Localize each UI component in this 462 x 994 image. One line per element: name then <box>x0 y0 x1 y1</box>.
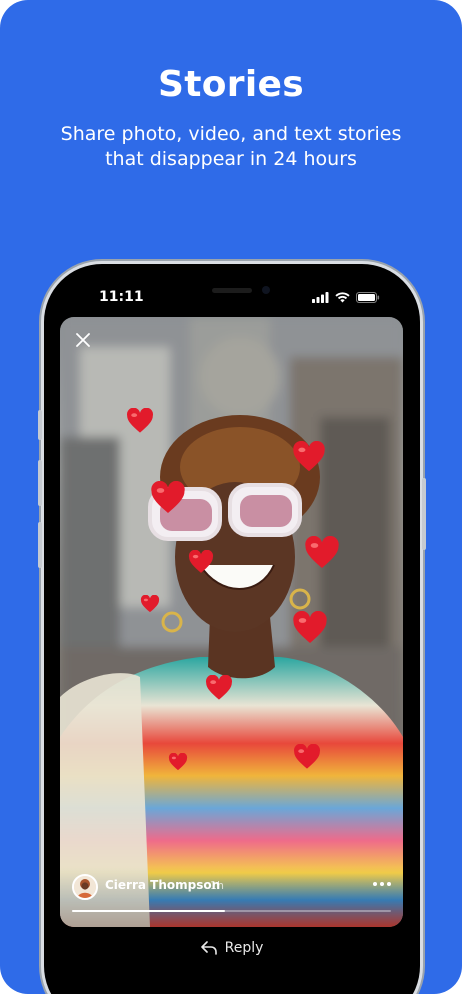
volume-down-button <box>38 522 42 568</box>
close-button[interactable] <box>72 329 94 351</box>
subtitle: Share photo, video, and text stories tha… <box>40 122 422 172</box>
story-author[interactable]: Cierra Thompson <box>105 878 220 892</box>
headline: Stories <box>158 64 304 105</box>
mute-switch <box>38 410 42 440</box>
speaker-grille <box>212 288 252 293</box>
heart-icon <box>168 753 188 771</box>
close-icon <box>76 333 90 347</box>
story-progress <box>72 910 391 912</box>
heart-icon <box>188 550 214 573</box>
wifi-icon <box>335 292 350 303</box>
volume-up-button <box>38 460 42 506</box>
heart-icon <box>305 536 339 568</box>
more-icon-dot <box>387 882 391 886</box>
reply-icon <box>200 941 217 955</box>
heart-icon <box>140 595 160 613</box>
front-camera <box>262 286 270 294</box>
battery-icon <box>356 292 380 303</box>
reply-button[interactable]: Reply <box>44 940 420 956</box>
more-icon <box>373 882 377 886</box>
story-viewer[interactable]: Cierra Thompson 1h <box>60 317 403 927</box>
promo-card: Stories Share photo, video, and text sto… <box>0 0 462 994</box>
signal-icon <box>312 292 329 303</box>
reply-label: Reply <box>224 940 264 956</box>
heart-icon <box>151 481 185 513</box>
power-button <box>422 478 426 550</box>
heart-icon <box>206 675 232 700</box>
story-photo <box>60 317 403 927</box>
more-button[interactable] <box>373 882 391 886</box>
story-footer <box>60 867 403 927</box>
story-progress-fill <box>72 910 226 912</box>
avatar-image <box>74 876 96 898</box>
phone-mockup: 11:11 Cierra Thompson 1h Reply <box>38 264 426 994</box>
status-icons <box>312 292 380 303</box>
subtitle-line-1: Share photo, video, and text stories <box>60 123 402 145</box>
story-time: 1h <box>210 879 224 892</box>
heart-icon <box>127 408 153 433</box>
more-icon-dot <box>380 882 384 886</box>
heart-icon <box>293 611 327 643</box>
heart-icon <box>293 441 325 472</box>
subtitle-line-2: that disappear in 24 hours <box>105 148 357 170</box>
heart-icon <box>294 744 320 769</box>
avatar[interactable] <box>72 874 98 900</box>
status-time: 11:11 <box>99 289 144 305</box>
